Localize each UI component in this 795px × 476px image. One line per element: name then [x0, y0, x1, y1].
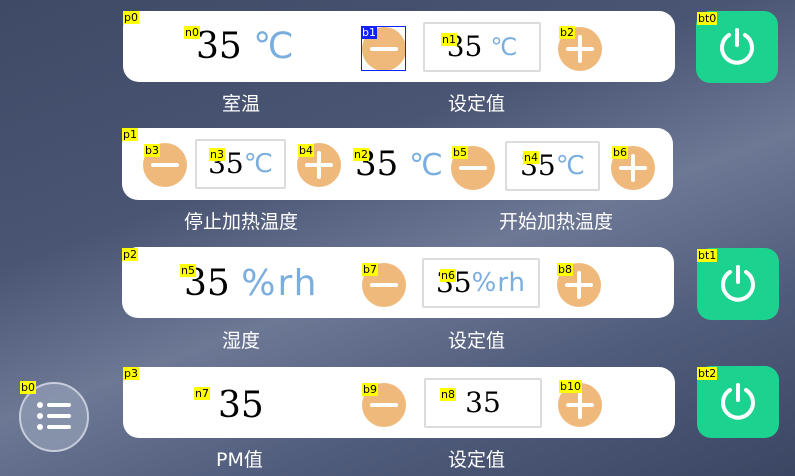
stop-heat-label: 停止加热温度 [184, 211, 299, 233]
room-temp-setpoint-unit: ℃ [490, 33, 518, 61]
tag-p2: p2 [122, 248, 138, 261]
tag-n2: n2 [353, 148, 369, 161]
pm-value: 35 [218, 385, 264, 426]
room-temp-label: 室温 [222, 93, 261, 115]
room-temp-setpoint-field[interactable]: 35 ℃ [423, 22, 541, 72]
tag-b7: b7 [362, 263, 378, 276]
pm-label: PM值 [216, 449, 263, 471]
tag-b10: b10 [559, 380, 582, 393]
pm-setpoint-label: 设定值 [448, 449, 506, 471]
pm-setpoint-field[interactable]: 35 [424, 378, 542, 428]
tag-b8: b8 [557, 263, 573, 276]
pm-setpoint-value: 35 [465, 386, 501, 419]
tag-p1: p1 [122, 128, 138, 141]
tag-b6: b6 [612, 146, 628, 159]
tag-p3: p3 [123, 367, 139, 380]
tag-b1: b1 [361, 26, 377, 39]
power-icon [721, 265, 755, 302]
tag-bt1: bt1 [697, 249, 718, 262]
humidity-setpoint-unit: %rh [471, 268, 527, 298]
power-icon [721, 383, 755, 420]
tag-n4: n4 [523, 151, 539, 164]
tag-b4: b4 [298, 144, 314, 157]
tag-b3: b3 [144, 144, 160, 157]
start-heat-setpoint-field[interactable]: 35 ℃ [505, 141, 600, 191]
tag-n8: n8 [440, 388, 456, 401]
tag-n5: n5 [180, 264, 196, 277]
tag-b9: b9 [362, 383, 378, 396]
tag-n7: n7 [194, 387, 210, 400]
humidity-label: 湿度 [222, 330, 261, 352]
minus-icon [151, 163, 179, 167]
stop-heat-unit: ℃ [243, 149, 273, 179]
minus-icon [370, 283, 398, 287]
room-temp-setpoint-label: 设定值 [448, 93, 506, 115]
tag-n3: n3 [209, 148, 225, 161]
start-heat-label: 开始加热温度 [499, 211, 614, 233]
minus-icon [459, 166, 487, 170]
power-icon [720, 28, 754, 65]
tag-b5: b5 [452, 146, 468, 159]
start-heat-unit: ℃ [555, 151, 585, 181]
humidity-setpoint-field[interactable]: 35 %rh [422, 258, 540, 308]
tag-bt2: bt2 [697, 367, 718, 380]
humidity-setpoint-label: 设定值 [448, 330, 506, 352]
tag-n0: n0 [184, 26, 200, 39]
stop-heat-setpoint-field[interactable]: 35 ℃ [195, 139, 286, 189]
tag-p0: p0 [123, 11, 139, 24]
room-temp-value: 35 ℃ [196, 26, 294, 67]
tag-b2: b2 [559, 26, 575, 39]
tag-b0: b0 [20, 381, 36, 394]
minus-icon [370, 403, 398, 407]
tag-n6: n6 [440, 269, 456, 282]
tag-bt0: bt0 [697, 12, 718, 25]
humidity-value: 35 %rh [184, 263, 319, 304]
tag-n1: n1 [441, 33, 457, 46]
